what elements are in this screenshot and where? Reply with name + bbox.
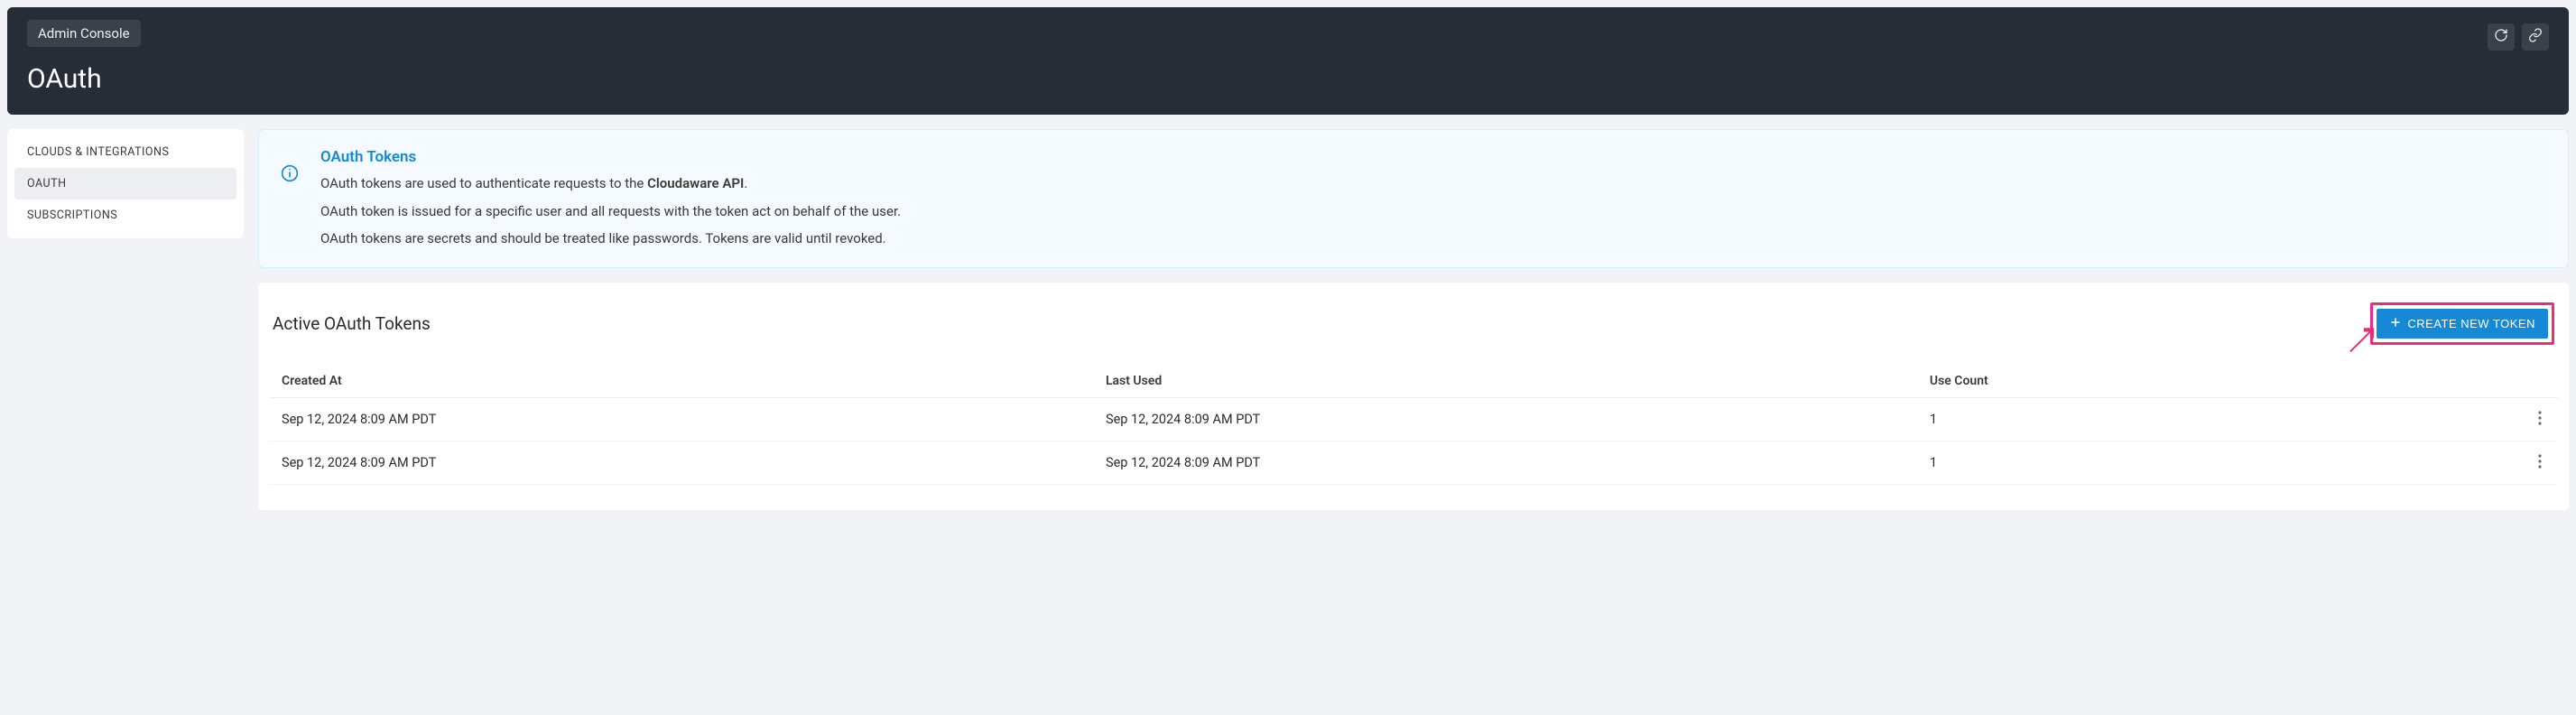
col-use-count: Use Count	[1917, 365, 2522, 398]
tokens-card: Active OAuth Tokens CREATE NEW TOKEN	[258, 283, 2569, 510]
sidebar-item-clouds-integrations[interactable]: CLOUDS & INTEGRATIONS	[14, 136, 236, 168]
create-new-token-button[interactable]: CREATE NEW TOKEN	[2377, 309, 2548, 339]
kebab-menu-icon	[2538, 458, 2542, 471]
cell-created-at: Sep 12, 2024 8:09 AM PDT	[269, 397, 1093, 441]
col-created-at: Created At	[269, 365, 1093, 398]
main-column: OAuth Tokens OAuth tokens are used to au…	[258, 129, 2569, 510]
table-row: Sep 12, 2024 8:09 AM PDT Sep 12, 2024 8:…	[269, 441, 2558, 484]
plus-icon	[2389, 316, 2402, 331]
breadcrumb[interactable]: Admin Console	[27, 20, 141, 47]
row-menu-button[interactable]	[2534, 450, 2545, 475]
info-line-3: OAuth tokens are secrets and should be t…	[320, 228, 901, 249]
refresh-button[interactable]	[2488, 23, 2515, 51]
info-icon	[281, 164, 299, 186]
table-header-row: Created At Last Used Use Count	[269, 365, 2558, 398]
sidebar-item-subscriptions[interactable]: SUBSCRIPTIONS	[14, 200, 236, 231]
info-line-1-prefix: OAuth tokens are used to authenticate re…	[320, 175, 647, 191]
table-row: Sep 12, 2024 8:09 AM PDT Sep 12, 2024 8:…	[269, 397, 2558, 441]
link-button[interactable]	[2522, 23, 2549, 51]
info-line-2: OAuth token is issued for a specific use…	[320, 201, 901, 222]
create-new-token-label: CREATE NEW TOKEN	[2407, 317, 2535, 330]
tokens-card-title: Active OAuth Tokens	[273, 313, 431, 334]
col-actions	[2522, 365, 2558, 398]
kebab-menu-icon	[2538, 414, 2542, 428]
col-last-used: Last Used	[1093, 365, 1917, 398]
header-actions	[2488, 23, 2549, 51]
link-icon	[2528, 28, 2543, 46]
page-title: OAuth	[27, 63, 141, 95]
annotation-arrow-icon	[2346, 324, 2377, 358]
sidebar: CLOUDS & INTEGRATIONS OAUTH SUBSCRIPTION…	[7, 129, 244, 238]
app-header: Admin Console OAuth	[7, 7, 2569, 115]
tokens-table: Created At Last Used Use Count Sep 12, 2…	[269, 365, 2558, 485]
tokens-card-header: Active OAuth Tokens CREATE NEW TOKEN	[269, 299, 2558, 345]
create-token-highlight: CREATE NEW TOKEN	[2370, 302, 2554, 345]
page-body: CLOUDS & INTEGRATIONS OAUTH SUBSCRIPTION…	[0, 122, 2576, 517]
cell-last-used: Sep 12, 2024 8:09 AM PDT	[1093, 397, 1917, 441]
cell-created-at: Sep 12, 2024 8:09 AM PDT	[269, 441, 1093, 484]
cell-use-count: 1	[1917, 397, 2522, 441]
header-left: Admin Console OAuth	[27, 20, 141, 95]
sidebar-item-oauth[interactable]: OAUTH	[14, 168, 236, 200]
info-line-1-bold: Cloudaware API	[647, 175, 744, 191]
info-line-1-suffix: .	[744, 175, 747, 191]
row-menu-button[interactable]	[2534, 407, 2545, 432]
info-line-1: OAuth tokens are used to authenticate re…	[320, 173, 901, 194]
refresh-icon	[2494, 28, 2508, 46]
info-title: OAuth Tokens	[320, 148, 901, 166]
info-text: OAuth Tokens OAuth tokens are used to au…	[320, 148, 901, 249]
cell-use-count: 1	[1917, 441, 2522, 484]
cell-last-used: Sep 12, 2024 8:09 AM PDT	[1093, 441, 1917, 484]
info-banner: OAuth Tokens OAuth tokens are used to au…	[258, 129, 2569, 268]
